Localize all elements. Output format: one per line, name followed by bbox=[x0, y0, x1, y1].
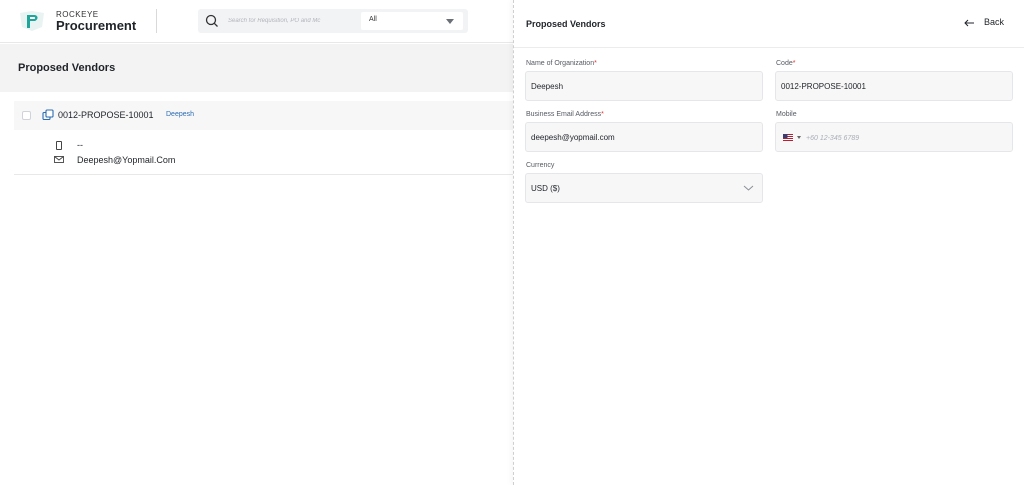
code-value: 0012-PROPOSE-10001 bbox=[781, 82, 866, 91]
list-item[interactable]: 0012-PROPOSE-10001 Deepesh bbox=[14, 101, 514, 130]
org-name-value: Deepesh bbox=[531, 82, 564, 91]
email-value: deepesh@yopmail.com bbox=[531, 133, 615, 142]
drawer-header: Proposed Vendors Back bbox=[514, 0, 1024, 48]
row-checkbox[interactable] bbox=[22, 111, 31, 120]
brand-title: Procurement bbox=[56, 18, 137, 33]
search-filter-select[interactable]: All bbox=[361, 12, 463, 30]
required-mark: * bbox=[792, 60, 796, 67]
mail-icon bbox=[54, 156, 64, 163]
search-icon[interactable] bbox=[205, 14, 219, 28]
proposed-vendor-drawer: Proposed Vendors Back Name of Organizati… bbox=[513, 0, 1024, 485]
arrow-left-icon bbox=[964, 19, 974, 27]
global-search: All bbox=[198, 9, 468, 33]
back-label: Back bbox=[984, 17, 1005, 27]
code-field[interactable]: 0012-PROPOSE-10001 bbox=[775, 71, 1013, 101]
copy-icon[interactable] bbox=[42, 109, 54, 121]
required-mark: * bbox=[594, 60, 597, 67]
mobile-input[interactable] bbox=[806, 132, 956, 144]
drawer-title: Proposed Vendors bbox=[526, 19, 606, 29]
page-title: Proposed Vendors bbox=[18, 62, 116, 74]
search-input[interactable] bbox=[228, 13, 358, 29]
code-label: Code* bbox=[776, 60, 796, 67]
vendor-email: Deepesh@Yopmail.Com bbox=[77, 155, 176, 165]
org-name-field[interactable]: Deepesh bbox=[525, 71, 763, 101]
country-caret-icon[interactable] bbox=[797, 136, 801, 139]
brand-divider bbox=[156, 9, 157, 33]
us-flag-icon[interactable] bbox=[783, 134, 793, 141]
chevron-down-icon bbox=[743, 185, 754, 191]
row-divider bbox=[14, 174, 514, 175]
vendor-code: 0012-PROPOSE-10001 bbox=[58, 110, 154, 120]
currency-value: USD ($) bbox=[531, 184, 560, 193]
phone-icon bbox=[56, 141, 62, 150]
caret-down-icon bbox=[446, 19, 454, 24]
back-button[interactable]: Back bbox=[962, 15, 1012, 31]
required-mark: * bbox=[601, 111, 604, 118]
email-field[interactable]: deepesh@yopmail.com bbox=[525, 122, 763, 152]
vendor-phone: -- bbox=[77, 140, 83, 150]
mobile-field bbox=[775, 122, 1013, 152]
currency-select[interactable]: USD ($) bbox=[525, 173, 763, 203]
search-filter-value: All bbox=[369, 16, 377, 23]
mobile-label: Mobile bbox=[776, 111, 797, 118]
email-label: Business Email Address* bbox=[526, 111, 604, 118]
vendor-name-link[interactable]: Deepesh bbox=[166, 111, 194, 118]
rockeye-logo-icon bbox=[20, 11, 44, 31]
org-name-label: Name of Organization* bbox=[526, 60, 597, 67]
currency-label: Currency bbox=[526, 162, 555, 169]
